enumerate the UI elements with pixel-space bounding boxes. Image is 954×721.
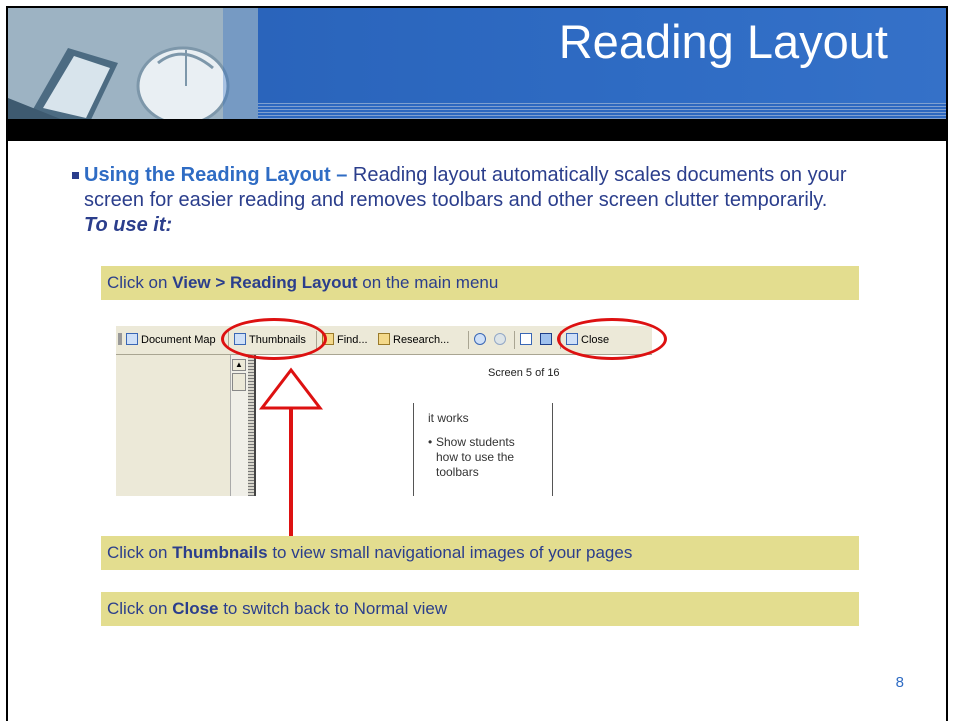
document-text: it works Show students how to use the to…: [428, 411, 536, 480]
research-button[interactable]: Research...: [378, 332, 449, 348]
header-band: Reading Layout: [258, 8, 946, 103]
toolbar-separator: [514, 331, 515, 349]
zoom-out-button[interactable]: [494, 332, 509, 348]
actual-page-icon: [520, 333, 532, 345]
zoom-out-icon: [494, 333, 506, 345]
note-close: Click on Close to switch back to Normal …: [101, 592, 859, 626]
laptop-mouse-image: [8, 8, 258, 128]
thumbnails-highlight-ellipse: [221, 318, 327, 360]
scroll-thumb[interactable]: [232, 373, 246, 391]
navigation-scrollbar[interactable]: ▲: [230, 355, 249, 496]
actual-page-button[interactable]: [520, 332, 535, 348]
note-view-reading-layout: Click on View > Reading Layout on the ma…: [101, 266, 859, 300]
close-highlight-ellipse: [557, 318, 667, 360]
screen-count: Screen 5 of 16: [488, 367, 560, 379]
note-thumbnails: Click on Thumbnails to view small naviga…: [101, 536, 859, 570]
header-dot-strip: [258, 103, 946, 119]
document-line: it works: [428, 411, 469, 425]
note-text: on the main menu: [357, 273, 499, 292]
note-bold: View > Reading Layout: [172, 273, 358, 292]
slide-title: Reading Layout: [558, 15, 888, 68]
note-bold: Thumbnails: [172, 543, 268, 562]
find-button[interactable]: Find...: [322, 332, 368, 348]
multiple-pages-button[interactable]: [540, 332, 555, 348]
research-icon: [378, 333, 390, 345]
document-column: it works Show students how to use the to…: [413, 403, 553, 496]
bullet-lead: Using the Reading Layout –: [84, 164, 348, 186]
document-map-label: Document Map: [141, 334, 216, 346]
zoom-in-button[interactable]: [474, 332, 489, 348]
note-text: Click on: [107, 599, 173, 618]
toolbar-gripper-icon: [118, 332, 125, 348]
find-label: Find...: [337, 334, 368, 346]
document-bullet: Show students how to use the toolbars: [428, 435, 536, 480]
page-number: 8: [895, 674, 904, 691]
note-text: to view small navigational images of you…: [267, 543, 633, 562]
scroll-up-arrow-icon[interactable]: ▲: [232, 359, 246, 371]
bullet-tail: To use it:: [84, 214, 173, 236]
header-photo: [8, 8, 258, 128]
header-black-bar: [8, 119, 946, 141]
multiple-pages-icon: [540, 333, 552, 345]
zoom-in-icon: [474, 333, 486, 345]
toolbar-separator: [468, 331, 469, 349]
document-map-button[interactable]: Document Map: [126, 332, 216, 348]
document-map-icon: [126, 333, 138, 345]
note-text: Click on: [107, 273, 173, 292]
note-bold: Close: [172, 599, 219, 618]
note-text: to switch back to Normal view: [218, 599, 448, 618]
research-label: Research...: [393, 334, 450, 346]
bullet-square-icon: [72, 172, 79, 179]
note-text: Click on: [107, 543, 173, 562]
pointer-arrow-icon: [258, 367, 324, 536]
navigation-pane: [116, 355, 230, 496]
main-bullet: Using the Reading Layout – Reading layou…: [72, 163, 854, 238]
